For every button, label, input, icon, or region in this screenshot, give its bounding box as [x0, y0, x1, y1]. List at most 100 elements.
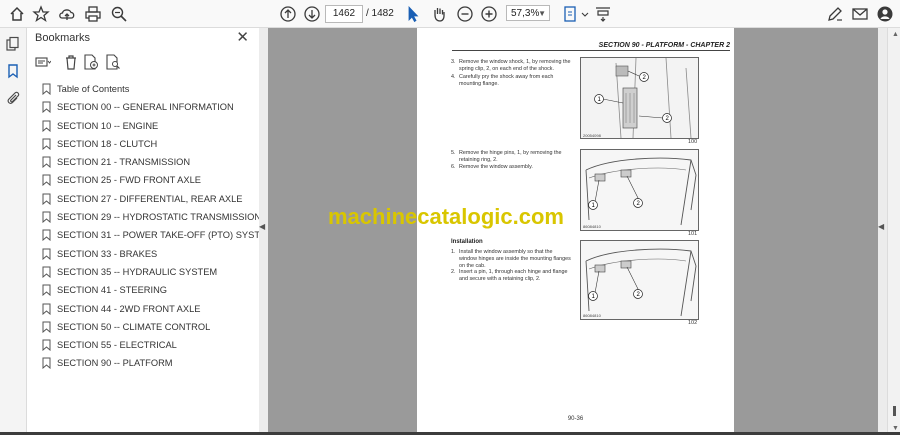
- bookmark-item[interactable]: SECTION 31 -- POWER TAKE-OFF (PTO) SYSTE…: [27, 226, 280, 244]
- cloud-upload-icon[interactable]: [58, 5, 76, 23]
- step-number: 2.: [451, 269, 456, 275]
- new-bookmark-icon[interactable]: [83, 54, 99, 70]
- bookmark-icon: [42, 339, 51, 352]
- sign-pen-icon[interactable]: [826, 5, 844, 23]
- bookmark-label: SECTION 27 - DIFFERENTIAL, REAR AXLE: [57, 193, 243, 204]
- previous-page-icon[interactable]: [279, 5, 297, 23]
- bookmark-icon: [42, 303, 51, 315]
- bookmark-icon: [42, 156, 51, 169]
- bookmark-icon: [42, 229, 51, 242]
- collapse-left-icon: ◀: [259, 222, 266, 231]
- account-avatar-icon[interactable]: [876, 5, 894, 23]
- scrollbar-thumb[interactable]: [893, 406, 896, 416]
- step-text: Carefully pry the shock away from each m…: [459, 74, 554, 87]
- page-total-label: / 1482: [366, 8, 394, 19]
- bookmark-item[interactable]: SECTION 55 - ELECTRICAL: [27, 336, 259, 354]
- figure-code: 20054098: [583, 133, 601, 138]
- step-number: 1.: [451, 249, 456, 255]
- bookmarks-list: Table of Contents SECTION 00 -- GENERAL I…: [27, 80, 280, 373]
- page-header: SECTION 90 - PLATFORM - CHAPTER 2: [452, 42, 730, 51]
- figure-number: 102: [688, 320, 698, 326]
- bookmark-icon: [42, 193, 51, 205]
- bookmark-label: SECTION 00 -- GENERAL INFORMATION: [57, 102, 234, 113]
- document-viewer[interactable]: SECTION 90 - PLATFORM - CHAPTER 2 3. Rem…: [268, 28, 878, 435]
- step-text: Insert a pin, 1, through each hinge and …: [459, 269, 568, 282]
- bookmark-item[interactable]: SECTION 35 -- HYDRAULIC SYSTEM: [27, 263, 259, 281]
- bookmark-icon: [42, 321, 51, 333]
- bookmark-search-icon[interactable]: [105, 54, 121, 70]
- zoom-out-icon[interactable]: [456, 5, 474, 23]
- bookmark-label: SECTION 90 -- PLATFORM: [57, 358, 173, 369]
- page-thumbnails-icon[interactable]: [5, 36, 21, 52]
- bookmark-item[interactable]: SECTION 00 -- GENERAL INFORMATION: [27, 98, 259, 116]
- bookmark-icon: [42, 357, 51, 370]
- bookmarks-panel-icon[interactable]: [5, 63, 21, 79]
- close-icon[interactable]: ✕: [236, 30, 249, 46]
- pdf-page: SECTION 90 - PLATFORM - CHAPTER 2 3. Rem…: [417, 28, 734, 433]
- zoom-in-icon[interactable]: [480, 5, 498, 23]
- home-icon[interactable]: [8, 5, 26, 23]
- figure-code: 86084810: [583, 313, 601, 318]
- step-number: 5.: [451, 150, 456, 156]
- bookmark-item[interactable]: SECTION 44 - 2WD FRONT AXLE: [27, 300, 259, 318]
- page-footer-number: 90-36: [567, 416, 584, 422]
- bookmark-icon: [42, 284, 51, 297]
- bookmark-icon: [42, 83, 51, 95]
- fit-dropdown-chevron-icon[interactable]: [576, 5, 589, 23]
- select-cursor-icon[interactable]: [404, 5, 422, 23]
- navigation-rail: [0, 28, 27, 435]
- bookmarks-panel-title: Bookmarks: [35, 32, 91, 44]
- zoom-level-value: 57,3%: [511, 8, 540, 19]
- step-text: Remove the window assembly.: [459, 164, 533, 170]
- instruction-step: 4. Carefully pry the shock away from eac…: [451, 74, 571, 88]
- zoom-level-select[interactable]: 57,3% ▼: [506, 5, 550, 21]
- figure-number: 100: [688, 139, 698, 145]
- next-page-icon[interactable]: [303, 5, 321, 23]
- bookmark-label: SECTION 25 - FWD FRONT AXLE: [57, 175, 201, 186]
- step-number: 4.: [451, 74, 456, 80]
- scroll-mode-icon[interactable]: [594, 5, 612, 23]
- bookmark-label: SECTION 35 -- HYDRAULIC SYSTEM: [57, 266, 218, 277]
- print-icon[interactable]: [84, 5, 102, 23]
- bookmark-item[interactable]: SECTION 10 -- ENGINE: [27, 117, 259, 135]
- attachments-paperclip-icon[interactable]: [5, 90, 21, 106]
- bookmark-item[interactable]: SECTION 33 - BRAKES: [27, 245, 259, 263]
- bookmark-item[interactable]: SECTION 21 - TRANSMISSION: [27, 153, 259, 171]
- bookmark-item[interactable]: SECTION 50 -- CLIMATE CONTROL: [27, 318, 259, 336]
- page-number-input[interactable]: 1462: [325, 5, 363, 23]
- collapse-right-handle[interactable]: ◀: [878, 28, 887, 435]
- instruction-step: 3. Remove the window shock, 1, by removi…: [451, 59, 571, 73]
- bookmark-label: SECTION 31 -- POWER TAKE-OFF (PTO) SYSTE…: [57, 230, 281, 241]
- bookmark-item[interactable]: SECTION 27 - DIFFERENTIAL, REAR AXLE: [27, 190, 259, 208]
- bookmarks-panel: Bookmarks ✕ Table of Contents SECTION 00 …: [27, 28, 280, 435]
- step-text: Remove the hinge pins, 1, by removing th…: [459, 150, 562, 163]
- bookmark-label: SECTION 33 - BRAKES: [57, 248, 158, 259]
- bookmark-item[interactable]: SECTION 29 -- HYDROSTATIC TRANSMISSION: [27, 208, 262, 226]
- delete-bookmark-icon[interactable]: [63, 54, 79, 70]
- figure-window-install: 1 2: [580, 240, 699, 320]
- bookmark-item[interactable]: Table of Contents: [27, 80, 259, 98]
- bookmark-item[interactable]: SECTION 25 - FWD FRONT AXLE: [27, 171, 259, 189]
- bookmark-label: SECTION 21 - TRANSMISSION: [57, 157, 191, 168]
- bookmarks-toolbar: [33, 54, 253, 72]
- bookmark-icon: [42, 174, 51, 187]
- bookmark-label: SECTION 41 - STEERING: [57, 285, 168, 296]
- bookmark-item[interactable]: SECTION 41 - STEERING: [27, 281, 259, 299]
- bookmark-label: SECTION 29 -- HYDROSTATIC TRANSMISSION: [57, 212, 262, 223]
- email-icon[interactable]: [851, 5, 869, 23]
- vertical-scrollbar[interactable]: ▲ ▼: [887, 28, 900, 435]
- instruction-step: 5. Remove the hinge pins, 1, by removing…: [451, 150, 571, 164]
- hand-tool-icon[interactable]: [430, 5, 448, 23]
- installation-heading: Installation: [451, 239, 483, 245]
- search-zoom-icon[interactable]: [110, 5, 128, 23]
- bookmark-item[interactable]: SECTION 90 -- PLATFORM: [27, 354, 259, 372]
- bookmark-star-icon[interactable]: [32, 5, 50, 23]
- scroll-up-icon[interactable]: ▲: [892, 31, 899, 38]
- bookmark-item[interactable]: SECTION 18 - CLUTCH: [27, 135, 259, 153]
- step-text: Install the window assembly so that the …: [459, 249, 571, 269]
- collapse-panel-handle[interactable]: ◀: [259, 28, 268, 435]
- bookmark-options-icon[interactable]: [35, 54, 51, 70]
- bookmark-icon: [42, 248, 51, 260]
- scroll-down-icon[interactable]: ▼: [892, 425, 899, 432]
- chevron-down-icon: ▼: [538, 9, 546, 18]
